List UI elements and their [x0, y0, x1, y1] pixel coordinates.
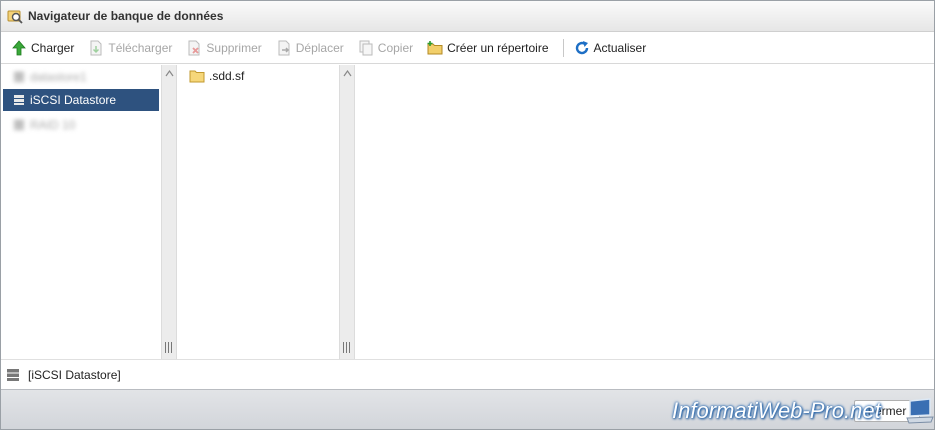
upload-label: Charger — [31, 41, 75, 55]
upload-arrow-icon — [12, 40, 26, 56]
copy-button[interactable]: Copier — [358, 38, 413, 58]
browser-panels: datastore1 iSCSI Datastore RAID 10 .sdd.… — [1, 65, 934, 359]
datastore-item-selected[interactable]: iSCSI Datastore — [3, 89, 159, 111]
path-bar: [iSCSI Datastore] — [1, 359, 934, 389]
datastore-icon — [14, 72, 24, 82]
datastore-scrollbar[interactable] — [161, 65, 177, 359]
refresh-label: Actualiser — [593, 41, 647, 55]
current-path: [iSCSI Datastore] — [28, 367, 121, 382]
delete-file-icon — [188, 40, 200, 56]
resize-grip[interactable] — [343, 342, 352, 353]
create-directory-label: Créer un répertoire — [447, 41, 549, 55]
move-file-icon — [278, 40, 290, 56]
folder-icon — [189, 70, 205, 83]
folder-item[interactable]: .sdd.sf — [189, 69, 244, 83]
title-bar: Navigateur de banque de données — [1, 1, 934, 32]
download-label: Télécharger — [108, 41, 173, 55]
datastore-item[interactable]: datastore1 — [3, 66, 159, 88]
new-folder-icon — [427, 41, 443, 55]
datastore-browser-window: Navigateur de banque de données Charger … — [0, 0, 935, 430]
resize-grip[interactable] — [165, 342, 174, 353]
refresh-icon — [575, 41, 588, 55]
toolbar: Charger Télécharger Supprimer Déplacer C… — [1, 33, 934, 64]
datastore-label: RAID 10 — [30, 118, 76, 132]
window-title: Navigateur de banque de données — [28, 9, 224, 23]
refresh-button[interactable]: Actualiser — [574, 38, 647, 58]
datastore-item[interactable]: RAID 10 — [3, 114, 159, 136]
copy-label: Copier — [377, 41, 414, 55]
create-directory-button[interactable]: Créer un répertoire — [427, 38, 549, 58]
datastore-label: iSCSI Datastore — [30, 93, 117, 107]
download-file-icon — [90, 40, 102, 56]
upload-button[interactable]: Charger — [11, 38, 74, 58]
file-content-pane — [355, 65, 934, 359]
move-button[interactable]: Déplacer — [276, 38, 344, 58]
scroll-up-icon — [165, 69, 174, 77]
laptop-logo-icon — [906, 398, 934, 424]
move-label: Déplacer — [295, 41, 344, 55]
datastore-icon — [7, 368, 19, 381]
datastore-list: datastore1 iSCSI Datastore RAID 10 — [1, 65, 161, 359]
watermark-text: InformatiWeb-Pro.net — [672, 398, 881, 423]
delete-label: Supprimer — [206, 41, 262, 55]
copy-file-icon — [359, 40, 373, 56]
datastore-icon — [14, 95, 24, 105]
folder-list: .sdd.sf — [177, 65, 339, 359]
datastore-icon — [14, 120, 24, 130]
folder-name: .sdd.sf — [209, 69, 245, 83]
folder-scrollbar[interactable] — [339, 65, 355, 359]
download-button[interactable]: Télécharger — [88, 38, 172, 58]
delete-button[interactable]: Supprimer — [186, 38, 262, 58]
toolbar-separator — [562, 39, 564, 57]
scroll-up-icon — [343, 69, 352, 77]
datastore-label: datastore1 — [30, 70, 87, 84]
datastore-browser-icon — [7, 10, 23, 24]
